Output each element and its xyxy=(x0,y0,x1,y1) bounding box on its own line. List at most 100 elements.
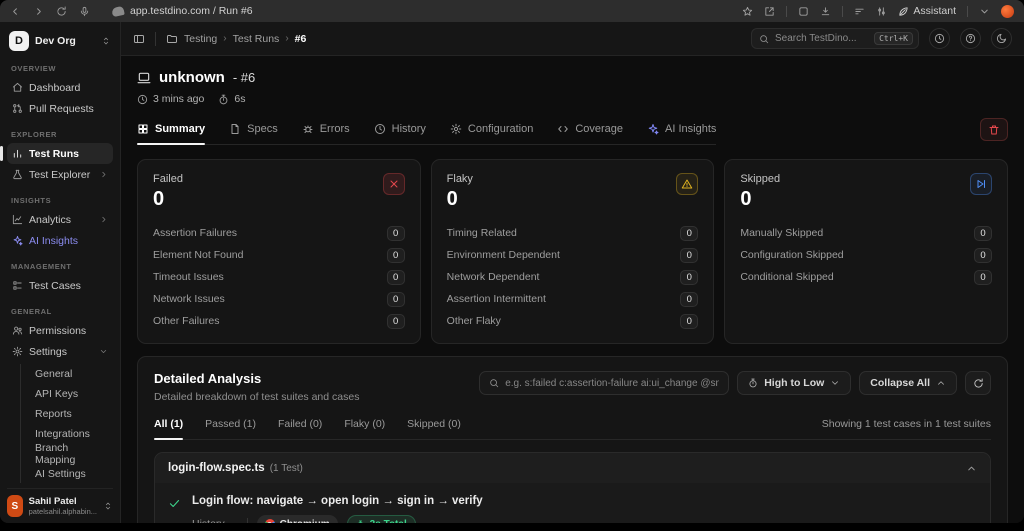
sidebar-item-settings[interactable]: Settings xyxy=(7,341,113,362)
run-number-suffix: - #6 xyxy=(233,70,255,85)
tab-errors[interactable]: Errors xyxy=(302,123,350,144)
delete-run-button[interactable] xyxy=(980,118,1008,141)
analysis-subtitle: Detailed breakdown of test suites and ca… xyxy=(154,391,359,403)
theme-toggle-button[interactable] xyxy=(991,28,1012,49)
warning-triangle-icon xyxy=(681,178,693,190)
chevron-right-icon xyxy=(99,170,108,179)
divider xyxy=(786,6,787,17)
chevron-down-icon[interactable] xyxy=(979,6,990,17)
suite-header[interactable]: login-flow.spec.ts (1 Test) xyxy=(155,453,990,483)
test-case-row[interactable]: Login flow: navigate → open login → sign… xyxy=(155,483,990,523)
assistant-feather-icon xyxy=(898,6,909,17)
bug-icon xyxy=(302,123,314,135)
list-checks-icon xyxy=(12,280,23,291)
browser-reload-icon[interactable] xyxy=(56,6,67,17)
chevrons-up-down-icon xyxy=(103,501,113,511)
skipped-status-badge xyxy=(970,173,992,195)
browser-badge: Chromium xyxy=(257,515,338,523)
breadcrumb-project[interactable]: Testing xyxy=(184,33,217,45)
user-email: patelsahil.alphabin... xyxy=(29,507,97,516)
chevron-down-icon xyxy=(229,520,238,524)
sidebar-item-test-explorer[interactable]: Test Explorer xyxy=(7,164,113,185)
sidebar-subitem-branch-mapping[interactable]: Branch Mapping xyxy=(31,444,113,463)
gear-icon xyxy=(12,346,23,357)
breadcrumb-test-runs[interactable]: Test Runs xyxy=(233,33,280,45)
sidebar-subitem-api-keys[interactable]: API Keys xyxy=(31,384,113,403)
tab-specs[interactable]: Specs xyxy=(229,123,278,144)
filter-passed[interactable]: Passed (1) xyxy=(205,418,256,439)
sidebar-item-test-runs[interactable]: Test Runs xyxy=(7,143,113,164)
refresh-icon xyxy=(973,378,984,389)
browser-mic-icon[interactable] xyxy=(79,6,90,17)
user-menu[interactable]: S Sahil Patel patelsahil.alphabin... xyxy=(7,488,113,517)
sidebar-item-dashboard[interactable]: Dashboard xyxy=(7,77,113,98)
analysis-search-input[interactable] xyxy=(505,378,719,389)
assistant-button[interactable]: Assistant xyxy=(898,5,956,17)
analysis-search[interactable] xyxy=(479,371,729,395)
history-dropdown[interactable]: History xyxy=(192,518,238,523)
sidebar-subitem-reports[interactable]: Reports xyxy=(31,404,113,423)
sidebar-item-ai-insights[interactable]: AI Insights xyxy=(7,230,113,251)
browser-window: app.testdino.com / Run #6 Assistant D xyxy=(0,0,1024,523)
bookmark-star-icon[interactable] xyxy=(742,6,753,17)
assistant-label: Assistant xyxy=(913,5,956,17)
filter-all[interactable]: All (1) xyxy=(154,418,183,439)
collapse-all-button[interactable]: Collapse All xyxy=(859,371,957,395)
help-icon xyxy=(965,33,976,44)
run-meta-row: 3 mins ago 6s xyxy=(137,93,1008,105)
stat-row: Network Dependent0 xyxy=(447,269,699,285)
sort-button[interactable]: High to Low xyxy=(737,371,851,395)
browser-url-bar[interactable]: app.testdino.com / Run #6 xyxy=(112,5,253,17)
section-label-insights: INSIGHTS xyxy=(7,196,113,205)
filter-skipped[interactable]: Skipped (0) xyxy=(407,418,461,439)
run-machine-name: unknown xyxy=(159,69,225,86)
tab-history[interactable]: History xyxy=(374,123,426,144)
sidebar-item-pull-requests[interactable]: Pull Requests xyxy=(7,98,113,119)
failed-card-count: 0 xyxy=(153,188,183,211)
flaky-card: Flaky 0 Timing Related0 Environment Depe… xyxy=(431,159,715,344)
tab-summary[interactable]: Summary xyxy=(137,123,205,144)
chevron-down-icon xyxy=(830,378,840,388)
refresh-button[interactable] xyxy=(965,371,991,395)
breadcrumb-separator: › xyxy=(285,33,288,44)
divider xyxy=(967,6,968,17)
divider xyxy=(842,6,843,17)
tab-coverage[interactable]: Coverage xyxy=(557,123,623,144)
stat-row: Environment Dependent0 xyxy=(447,247,699,263)
user-name: Sahil Patel xyxy=(29,496,97,507)
tab-configuration[interactable]: Configuration xyxy=(450,123,533,144)
run-duration: 6s xyxy=(218,93,245,105)
chevron-up-icon[interactable] xyxy=(966,463,977,474)
tab-tuner-icon[interactable] xyxy=(876,6,887,17)
test-suite-card: login-flow.spec.ts (1 Test) Login flow: … xyxy=(154,452,991,523)
desktop-background xyxy=(0,523,1024,531)
browser-profile-avatar[interactable] xyxy=(1001,5,1014,18)
chart-line-icon xyxy=(12,214,23,225)
reading-list-icon[interactable] xyxy=(854,6,865,17)
tab-ai-insights[interactable]: AI Insights xyxy=(647,123,716,144)
global-search-input[interactable] xyxy=(775,33,868,44)
help-button[interactable] xyxy=(960,28,981,49)
sidebar-item-permissions[interactable]: Permissions xyxy=(7,320,113,341)
sidebar-subitem-general[interactable]: General xyxy=(31,364,113,383)
browser-forward-icon[interactable] xyxy=(33,6,44,17)
sidebar-item-test-cases[interactable]: Test Cases xyxy=(7,275,113,296)
global-search[interactable]: Ctrl+K xyxy=(751,28,919,49)
sidebar-subitem-ai-settings[interactable]: AI Settings xyxy=(31,464,113,483)
org-switcher[interactable]: D Dev Org xyxy=(7,29,113,53)
org-logo: D xyxy=(9,31,29,51)
skip-forward-icon xyxy=(975,178,987,190)
browser-back-icon[interactable] xyxy=(10,6,21,17)
sidebar-toggle-icon[interactable] xyxy=(133,33,145,45)
sidebar-item-analytics[interactable]: Analytics xyxy=(7,209,113,230)
extensions-icon[interactable] xyxy=(798,6,809,17)
history-button[interactable] xyxy=(929,28,950,49)
share-icon[interactable] xyxy=(764,6,775,17)
moon-icon xyxy=(996,33,1007,44)
clock-icon xyxy=(137,94,148,105)
filter-failed[interactable]: Failed (0) xyxy=(278,418,322,439)
downloads-icon[interactable] xyxy=(820,6,831,17)
filter-flaky[interactable]: Flaky (0) xyxy=(344,418,385,439)
sidebar-subitem-integrations[interactable]: Integrations xyxy=(31,424,113,443)
check-icon xyxy=(168,497,181,510)
